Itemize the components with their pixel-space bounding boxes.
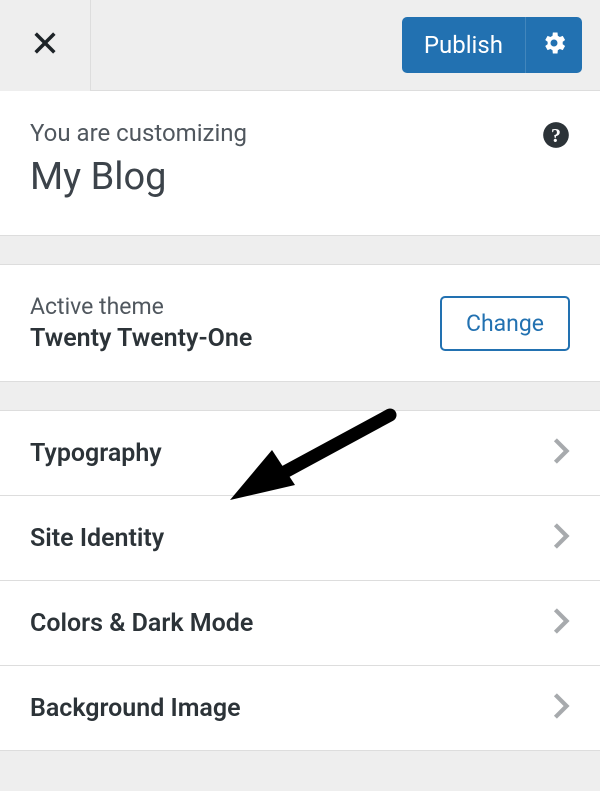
chevron-right-icon [552,607,570,639]
customizing-section: You are customizing My Blog ? [0,91,600,236]
customizer-menu: Typography Site Identity Colors & Dark M… [0,410,600,751]
menu-item-typography[interactable]: Typography [0,410,600,495]
menu-item-site-identity[interactable]: Site Identity [0,495,600,580]
menu-item-colors-dark-mode[interactable]: Colors & Dark Mode [0,580,600,665]
menu-item-background-image[interactable]: Background Image [0,665,600,751]
menu-item-label: Colors & Dark Mode [30,609,253,638]
gear-icon [540,29,568,61]
chevron-right-icon [552,437,570,469]
menu-item-label: Site Identity [30,524,164,553]
active-theme-label: Active theme [30,293,252,320]
svg-text:?: ? [551,125,561,147]
publish-group: Publish [402,17,582,73]
publish-settings-button[interactable] [526,17,582,73]
publish-button[interactable]: Publish [402,17,526,73]
active-theme-section: Active theme Twenty Twenty-One Change [0,264,600,382]
active-theme-name: Twenty Twenty-One [30,324,252,353]
change-theme-button[interactable]: Change [440,296,570,351]
theme-info: Active theme Twenty Twenty-One [30,293,252,353]
customizer-header: Publish [0,0,600,91]
section-gap [0,236,600,264]
menu-item-label: Typography [30,439,162,468]
customizing-label: You are customizing [30,119,570,147]
change-label: Change [466,310,544,337]
site-title: My Blog [30,155,570,199]
menu-item-label: Background Image [30,694,241,723]
help-icon: ? [542,134,570,153]
close-button[interactable] [0,0,91,91]
chevron-right-icon [552,692,570,724]
help-button[interactable]: ? [542,121,570,149]
chevron-right-icon [552,522,570,554]
publish-label: Publish [424,31,503,59]
close-icon [31,29,59,61]
